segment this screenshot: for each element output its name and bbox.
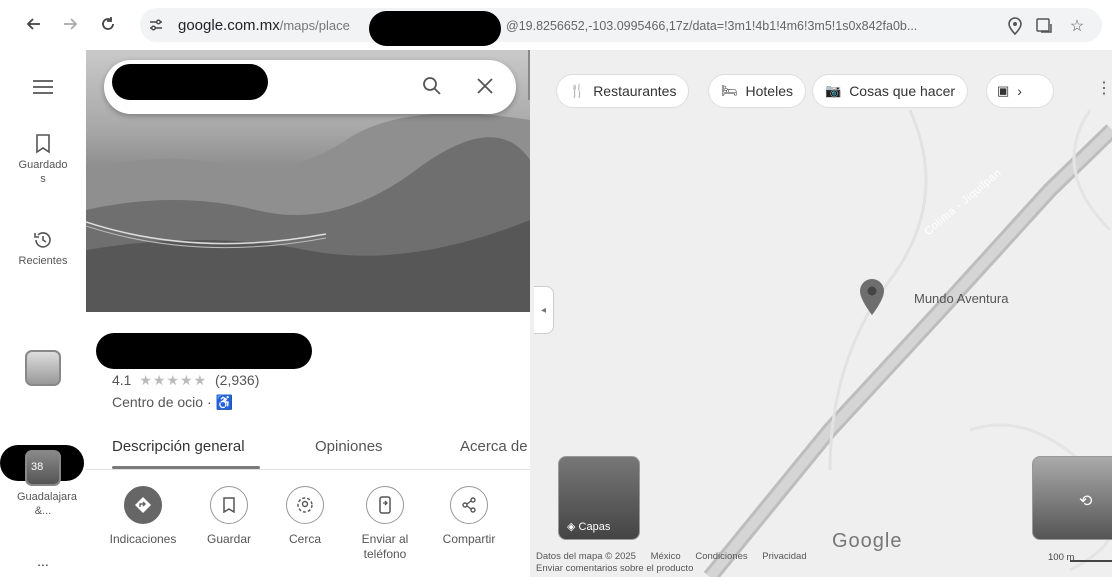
search-icon[interactable] [422,76,442,101]
url-text: google.com.mx/maps/place [178,17,350,34]
more-icon[interactable]: ... [0,554,86,568]
saved-label: Guardados [18,159,68,185]
review-count[interactable]: (2,936) [215,372,259,388]
save-button[interactable]: Guardar [192,486,266,547]
layers-icon: ◈ [567,521,579,533]
send-to-phone-label: Enviar al teléfono [361,532,409,561]
collection-thumbnail[interactable]: 38 [25,450,61,486]
left-rail: Guardados Recientes 38 Guadalajara &... … [0,50,86,577]
collection-item[interactable]: Guadalajara &... [0,490,86,518]
forward-arrow-icon[interactable] [58,12,82,36]
restaurant-icon: 🍴 [569,83,586,98]
history-icon [34,232,51,248]
location-icon[interactable] [1004,15,1026,37]
chip-hotels[interactable]: 🛏 Hoteles [708,74,806,108]
saved-button[interactable]: Guardados [0,134,86,186]
browser-toolbar: google.com.mx/maps/place @19.8256652,-10… [0,0,1112,50]
rating-value: 4.1 [112,372,132,388]
collection-label: Guadalajara &... [17,491,77,517]
chip-restaurants[interactable]: 🍴 Restaurantes [556,74,690,108]
collection-badge: 38 [31,461,44,473]
country-link[interactable]: México [651,551,681,562]
map-footer: Datos del mapa © 2025 México Condiciones… [536,551,819,575]
map-canvas[interactable]: 🍴 Restaurantes 🛏 Hoteles 📷 Cosas que hacer … [530,50,1112,577]
redaction-block [112,64,268,100]
url-host: google.com.mx [178,17,280,34]
scale-bar [1070,560,1112,562]
chip-hotels-label: Hoteles [745,83,793,99]
chip-more[interactable]: ▣ › [986,74,1054,108]
active-tab-indicator [112,466,260,469]
nearby-icon [286,486,324,524]
bookmark-icon [210,486,248,524]
directions-button[interactable]: Indicaciones [106,486,180,547]
back-arrow-icon[interactable] [22,12,46,36]
hotel-icon: 🛏 [721,83,738,98]
chip-things-to-do-label: Cosas que hacer [849,83,956,99]
install-app-icon[interactable] [1034,15,1056,37]
nearby-label: Cerca [288,532,321,546]
url-path: /maps/place [279,18,350,33]
chip-things-to-do[interactable]: 📷 Cosas que hacer [812,74,969,108]
map-data-credit: Datos del mapa © 2025 [536,551,636,562]
layers-button[interactable]: ◈ Capas [558,456,640,540]
search-box[interactable] [104,60,516,114]
recent-label: Recientes [18,255,68,267]
url-tail: @19.8256652,-103.0995466,17z/data=!3m1!4… [506,19,918,33]
send-to-phone-icon [366,486,404,524]
place-category: Centro de ocio · ♿ [112,394,233,410]
camera-icon: 📷 [825,83,842,98]
share-button[interactable]: Compartir [432,486,506,547]
place-pin-icon[interactable] [858,278,886,316]
tab-overview[interactable]: Descripción general [112,438,245,455]
google-wordmark: Google [832,530,903,552]
pin-label[interactable]: Mundo Aventura [914,291,1008,306]
chip-restaurants-label: Restaurantes [593,83,677,99]
recent-place-thumbnail[interactable] [25,350,61,386]
star-rating: ★★★★★ [139,372,208,388]
address-bar[interactable]: google.com.mx/maps/place @19.8256652,-10… [140,8,1102,46]
redaction-block [96,333,312,369]
tab-reviews[interactable]: Opiniones [315,438,383,455]
send-to-phone-button[interactable]: Enviar al teléfono [348,486,422,562]
layers-text: Capas [578,521,611,533]
apps-grid-icon[interactable]: ⋮⋮ [1096,78,1112,98]
street-view-preview[interactable]: ⟲ [1032,456,1112,540]
bookmark-icon [36,134,50,154]
place-panel: 4.1 ★★★★★ (2,936) Centro de ocio · ♿ Des… [86,50,530,577]
place-photo[interactable] [86,50,530,312]
layers-label: ◈ Capas [567,520,610,533]
tab-about[interactable]: Acerca de [460,438,528,455]
terms-link[interactable]: Condiciones [695,551,747,562]
menu-button[interactable] [0,80,86,98]
hamburger-icon[interactable] [33,80,53,94]
site-settings-icon[interactable] [148,17,164,33]
save-label: Guardar [206,532,252,546]
chevron-left-icon: ◂ [540,304,547,316]
directions-icon [124,486,162,524]
close-icon[interactable] [476,77,494,100]
chevron-right-icon: › [1017,83,1022,99]
share-label: Compartir [442,532,496,546]
directions-label: Indicaciones [109,532,177,546]
nearby-button[interactable]: Cerca [268,486,342,547]
place-tabs: Descripción general Opiniones Acerca de [86,426,530,470]
redaction-block [369,11,501,46]
transit-icon: ▣ [997,83,1010,98]
bookmark-star-icon[interactable]: ☆ [1066,15,1088,37]
privacy-link[interactable]: Privacidad [762,551,806,562]
feedback-link[interactable]: Enviar comentarios sobre el producto [536,563,819,575]
rating-row[interactable]: 4.1 ★★★★★ (2,936) [112,372,259,389]
share-icon [450,486,488,524]
rotate-icon: ⟲ [1079,493,1093,510]
reload-icon[interactable] [96,12,120,36]
recent-button[interactable]: Recientes [0,230,86,268]
collapse-panel-button[interactable]: ◂ [534,286,554,334]
